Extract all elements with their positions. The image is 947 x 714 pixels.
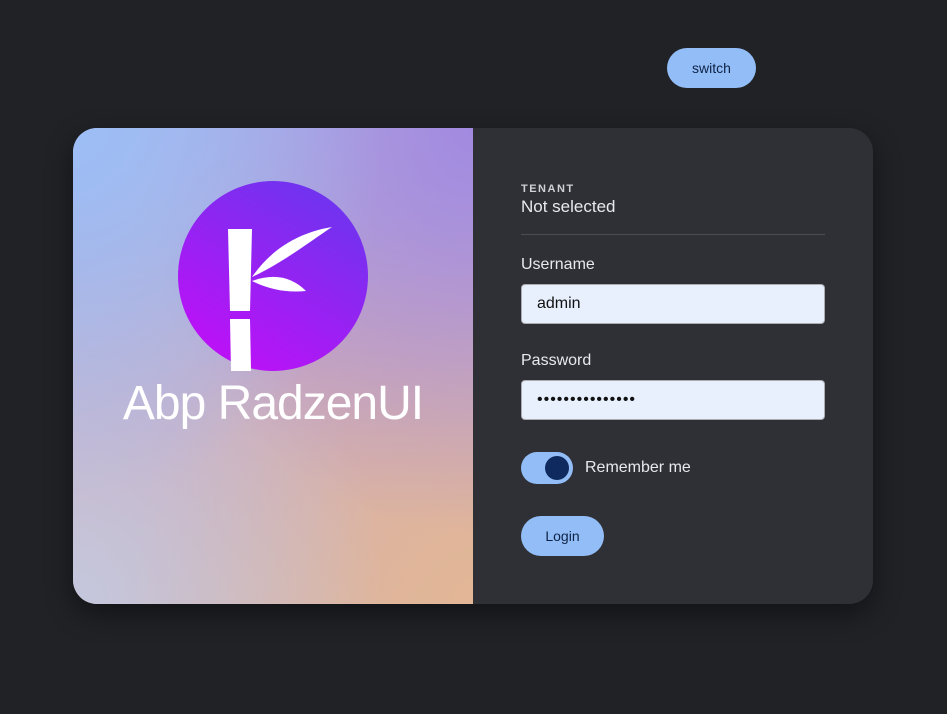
password-label: Password [521,352,592,369]
remember-me-label: Remember me [585,459,691,476]
bamboo-logo-icon [178,181,368,371]
brand-panel: Abp RadzenUI [73,128,473,604]
remember-me-toggle[interactable] [521,452,573,484]
username-label: Username [521,256,595,273]
login-card: Abp RadzenUI TENANT Not selected Usernam… [73,128,873,604]
brand-name: Abp RadzenUI [122,377,424,430]
toggle-knob [545,456,569,480]
password-input[interactable] [521,380,825,420]
login-button[interactable]: Login [521,516,604,556]
tenant-caption: TENANT [521,183,575,195]
tenant-value: Not selected [521,197,616,216]
username-input[interactable] [521,284,825,324]
divider [521,234,825,235]
switch-tenant-button[interactable]: switch [667,48,756,88]
login-form-panel: TENANT Not selected Username Password Re… [473,128,873,604]
